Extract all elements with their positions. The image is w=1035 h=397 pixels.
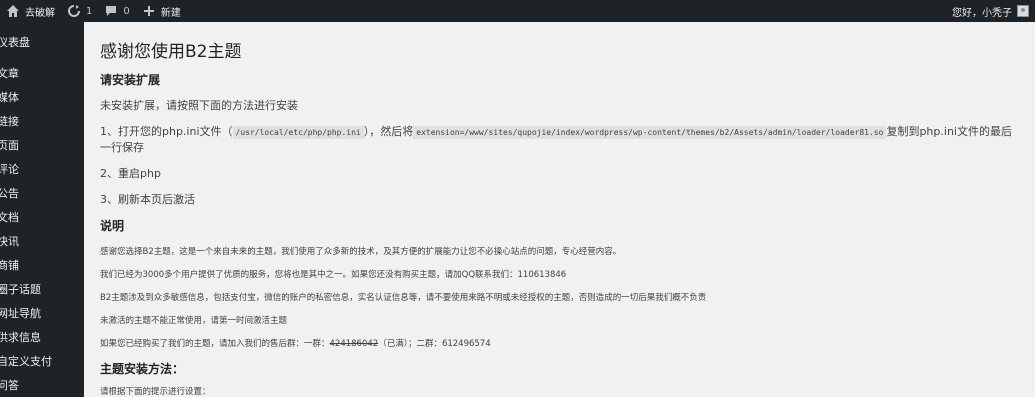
method-text: 请根据下面的提示进行设置： <box>100 387 211 397</box>
sidebar-item-supply-demand[interactable]: 供求信息 <box>0 331 84 345</box>
sidebar-item-label: 文档 <box>0 211 19 224</box>
sidebar-item-newsflash[interactable]: 快讯 <box>0 235 84 249</box>
step-3: 3、刷新本页后激活 <box>100 193 195 206</box>
avatar <box>1017 5 1029 17</box>
notes-heading: 说明 <box>100 219 125 233</box>
group-1-number: 424186042 <box>329 339 379 349</box>
admin-sidebar: 仪表盘 文章 媒体 链接 页面 评论 公告 文档 快讯 商铺 圈子话题 网址导航… <box>0 22 84 397</box>
updates-count: 1 <box>86 5 93 17</box>
greeting: 您好，小秃子 <box>952 7 1012 19</box>
my-account-link[interactable]: 您好，小秃子 <box>952 0 1035 22</box>
note-2: 我们已经为3000多个用户提供了优质的服务，您将也是其中之一。如果您还没有购买主… <box>100 270 567 280</box>
note-5: 如果您已经购买了我们的主题，请加入我们的售后群：一群：424186042（已满）… <box>100 337 491 349</box>
sidebar-item-label: 公告 <box>0 187 19 200</box>
sidebar-item-label: 圈子话题 <box>0 283 41 296</box>
install-heading: 请安装扩展 <box>100 73 161 87</box>
sidebar-item-label: 文章 <box>0 67 19 80</box>
sidebar-item-label: 供求信息 <box>0 331 41 344</box>
step-1-prefix: 1、打开您的php.ini文件（ <box>100 125 233 138</box>
sidebar-item-comments[interactable]: 评论 <box>0 163 84 177</box>
sidebar-item-media[interactable]: 媒体 <box>0 91 84 105</box>
comment-icon <box>104 4 118 18</box>
method-heading: 主题安装方法： <box>100 362 185 376</box>
site-name: 去破解 <box>25 7 55 19</box>
sidebar-item-announcements[interactable]: 公告 <box>0 187 84 201</box>
sidebar-item-label: 仪表盘 <box>0 36 30 49</box>
site-name-link[interactable]: 去破解 <box>0 0 61 22</box>
note-3: B2主题涉及到众多敏感信息，包括支付宝，微信的账户的私密信息，实名认证信息等，请… <box>100 293 707 303</box>
sidebar-item-shop[interactable]: 商铺 <box>0 259 84 273</box>
new-content-link[interactable]: 新建 <box>136 0 187 22</box>
not-installed-text: 未安装扩展，请按照下面的方法进行安装 <box>100 99 298 112</box>
updates-link[interactable]: 1 <box>61 0 98 22</box>
sidebar-item-dashboard[interactable]: 仪表盘 <box>0 36 84 50</box>
new-label: 新建 <box>160 7 181 19</box>
step-2: 2、重启php <box>100 167 161 180</box>
note-5-prefix: 如果您已经购买了我们的主题，请加入我们的售后群：一群： <box>100 339 330 349</box>
comments-count: 0 <box>123 5 130 17</box>
sidebar-item-links[interactable]: 链接 <box>0 115 84 129</box>
sidebar-item-label: 媒体 <box>0 91 19 104</box>
sidebar-item-pages[interactable]: 页面 <box>0 139 84 153</box>
page-title: 感谢您使用B2主题 <box>100 42 242 62</box>
sidebar-item-documents[interactable]: 文档 <box>0 211 84 225</box>
admin-bar: 去破解 1 0 新建 您好，小秃子 <box>0 0 1035 22</box>
sidebar-item-label: 快讯 <box>0 235 19 248</box>
php-ini-path: /usr/local/etc/php/php.ini <box>232 126 364 139</box>
sidebar-item-label: 网址导航 <box>0 307 41 320</box>
main-content: 感谢您使用B2主题 请安装扩展 未安装扩展，请按照下面的方法进行安装 1、打开您… <box>84 22 1035 397</box>
home-icon <box>6 4 20 18</box>
updates-icon <box>67 4 81 18</box>
sidebar-item-url-nav[interactable]: 网址导航 <box>0 307 84 321</box>
sidebar-item-label: 商铺 <box>0 259 19 272</box>
step-1-suffix: 复制到php.ini文件的最后 <box>886 125 1012 138</box>
extension-line: extension=/www/sites/qupojie/index/wordp… <box>413 126 887 139</box>
note-5-rest: （已满）；二群：612496574 <box>378 339 491 349</box>
step-1-mid: ），然后将 <box>363 125 414 138</box>
sidebar-item-label: 页面 <box>0 139 19 152</box>
sidebar-item-label: 问答 <box>0 379 19 392</box>
sidebar-item-label: 评论 <box>0 163 19 176</box>
plus-icon <box>142 4 156 18</box>
step-1-line-2: 一行保存 <box>100 141 144 154</box>
step-1: 1、打开您的php.ini文件（/usr/local/etc/php/php.i… <box>100 123 1012 139</box>
sidebar-item-custom-pay[interactable]: 自定义支付 <box>0 355 84 369</box>
sidebar-item-posts[interactable]: 文章 <box>0 67 84 81</box>
comments-link[interactable]: 0 <box>98 0 135 22</box>
note-1: 感谢您选择B2主题，这是一个来自未来的主题，我们使用了众多新的技术，及其方便的扩… <box>100 247 622 257</box>
note-4: 未激活的主题不能正常使用，请第一时间激活主题 <box>100 316 288 326</box>
sidebar-item-circle-topics[interactable]: 圈子话题 <box>0 283 84 297</box>
sidebar-item-qa[interactable]: 问答 <box>0 379 84 393</box>
sidebar-item-label: 自定义支付 <box>0 355 52 368</box>
sidebar-item-label: 链接 <box>0 115 19 128</box>
